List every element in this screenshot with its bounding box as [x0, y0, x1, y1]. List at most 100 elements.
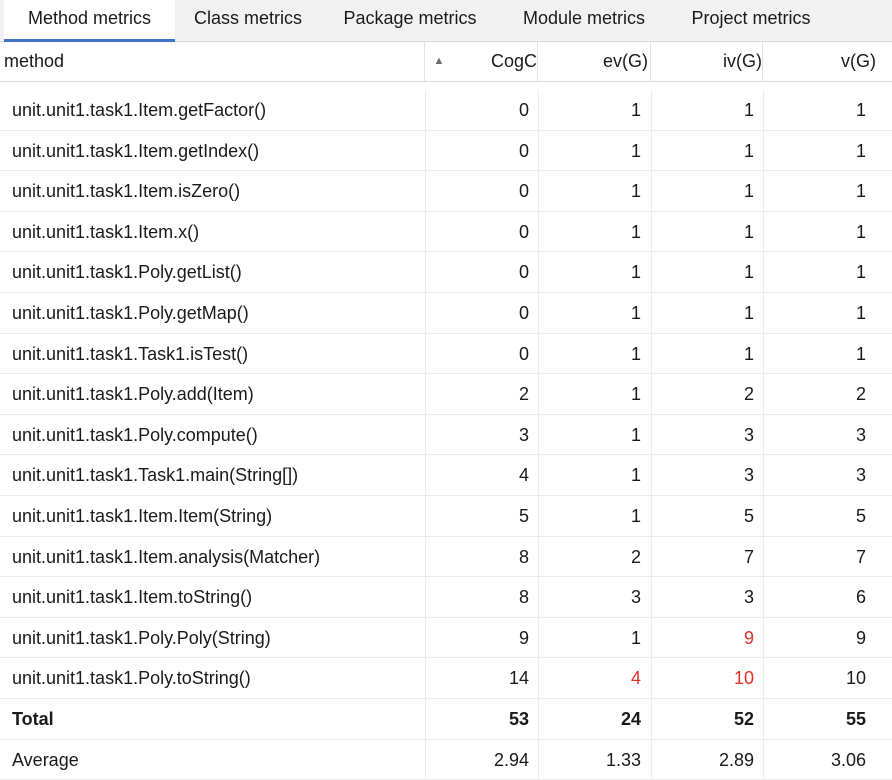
cell-iv: 3: [651, 577, 754, 617]
cell-method: unit.unit1.task1.Item.getFactor(): [12, 90, 425, 130]
column-header-ev[interactable]: ev(G): [538, 42, 651, 81]
cell-v: 1: [763, 171, 866, 211]
tab-module-metrics[interactable]: Module metrics: [499, 0, 669, 42]
table-row[interactable]: unit.unit1.task1.Item.Item(String)5155: [0, 496, 892, 537]
cell-ev: 1: [538, 293, 641, 333]
cell-ev: 1: [538, 131, 641, 171]
cell-cogc: 53: [425, 699, 529, 739]
cell-cogc: 9: [425, 618, 529, 658]
table-row[interactable]: unit.unit1.task1.Task1.main(String[])413…: [0, 455, 892, 496]
column-header-v[interactable]: v(G): [763, 42, 892, 81]
cell-v: 7: [763, 537, 866, 577]
tab-class-metrics[interactable]: Class metrics: [175, 0, 321, 42]
tab-package-metrics[interactable]: Package metrics: [321, 0, 499, 42]
cell-ev: 1: [538, 334, 641, 374]
cell-ev: 1: [538, 252, 641, 292]
cell-v: 1: [763, 90, 866, 130]
cell-method: unit.unit1.task1.Item.toString(): [12, 577, 425, 617]
cell-iv: 10: [651, 658, 754, 698]
cell-v: 1: [763, 293, 866, 333]
cell-iv: 52: [651, 699, 754, 739]
cell-v: 2: [763, 374, 866, 414]
cell-v: 5: [763, 496, 866, 536]
cell-v: 55: [763, 699, 866, 739]
cell-cogc: 8: [425, 537, 529, 577]
table-row[interactable]: unit.unit1.task1.Item.analysis(Matcher)8…: [0, 537, 892, 578]
cell-cogc: 3: [425, 415, 529, 455]
table-header: method ▲ CogC ev(G) iv(G) v(G): [0, 42, 892, 82]
cell-v: 10: [763, 658, 866, 698]
cell-method: Average: [12, 740, 425, 780]
cell-v: 3: [763, 415, 866, 455]
cell-ev: 2: [538, 537, 641, 577]
table-row[interactable]: unit.unit1.task1.Task1.isTest()0111: [0, 334, 892, 375]
cell-cogc: 4: [425, 455, 529, 495]
cell-iv: 1: [651, 334, 754, 374]
cell-iv: 3: [651, 455, 754, 495]
table-row[interactable]: unit.unit1.task1.Poly.toString()1441010: [0, 658, 892, 699]
cell-method: unit.unit1.task1.Poly.getMap(): [12, 293, 425, 333]
cell-iv: 2: [651, 374, 754, 414]
cell-v: 3.06: [763, 740, 866, 780]
cell-ev: 1: [538, 415, 641, 455]
tab-project-metrics[interactable]: Project metrics: [669, 0, 833, 42]
total-row[interactable]: Total53245255: [0, 699, 892, 740]
cell-v: 1: [763, 334, 866, 374]
metrics-tab-bar: Method metrics Class metrics Package met…: [0, 0, 892, 42]
cell-ev: 1: [538, 212, 641, 252]
tab-method-metrics[interactable]: Method metrics: [4, 0, 175, 42]
cell-cogc: 14: [425, 658, 529, 698]
table-row[interactable]: unit.unit1.task1.Poly.getMap()0111: [0, 293, 892, 334]
sort-ascending-icon[interactable]: ▲: [425, 42, 453, 81]
cell-cogc: 0: [425, 90, 529, 130]
cell-method: unit.unit1.task1.Task1.isTest(): [12, 334, 425, 374]
cell-iv: 5: [651, 496, 754, 536]
cell-v: 3: [763, 455, 866, 495]
table-row[interactable]: unit.unit1.task1.Poly.getList()0111: [0, 252, 892, 293]
cell-v: 1: [763, 252, 866, 292]
cell-method: unit.unit1.task1.Task1.main(String[]): [12, 455, 425, 495]
cell-iv: 1: [651, 90, 754, 130]
average-row[interactable]: Average2.941.332.893.06: [0, 740, 892, 780]
cell-ev: 1: [538, 171, 641, 211]
cell-iv: 2.89: [651, 740, 754, 780]
cell-v: 1: [763, 131, 866, 171]
cell-method: unit.unit1.task1.Item.getIndex(): [12, 131, 425, 171]
cell-cogc: 0: [425, 171, 529, 211]
cell-iv: 3: [651, 415, 754, 455]
table-row[interactable]: unit.unit1.task1.Item.x()0111: [0, 212, 892, 253]
cell-iv: 1: [651, 171, 754, 211]
column-header-cogc[interactable]: CogC: [453, 42, 538, 81]
table-row[interactable]: unit.unit1.task1.Poly.add(Item)2122: [0, 374, 892, 415]
cell-ev: 24: [538, 699, 641, 739]
table-row[interactable]: unit.unit1.task1.Item.toString()8336: [0, 577, 892, 618]
cell-ev: 4: [538, 658, 641, 698]
cell-v: 9: [763, 618, 866, 658]
column-header-method[interactable]: method: [0, 42, 425, 81]
table-row[interactable]: unit.unit1.task1.Item.isZero()0111: [0, 171, 892, 212]
column-header-iv[interactable]: iv(G): [651, 42, 763, 81]
cell-iv: 9: [651, 618, 754, 658]
cell-method: unit.unit1.task1.Poly.compute(): [12, 415, 425, 455]
cell-method: unit.unit1.task1.Item.isZero(): [12, 171, 425, 211]
cell-cogc: 0: [425, 131, 529, 171]
cell-ev: 1: [538, 618, 641, 658]
metrics-table-body: unit.unit1.task1.Item.getFactor()0111uni…: [0, 90, 892, 780]
cell-method: Total: [12, 699, 425, 739]
cell-method: unit.unit1.task1.Poly.add(Item): [12, 374, 425, 414]
cell-ev: 1: [538, 455, 641, 495]
cell-cogc: 2: [425, 374, 529, 414]
cell-cogc: 0: [425, 334, 529, 374]
table-row[interactable]: unit.unit1.task1.Item.getFactor()0111: [0, 90, 892, 131]
cell-iv: 1: [651, 252, 754, 292]
table-row[interactable]: unit.unit1.task1.Item.getIndex()0111: [0, 131, 892, 172]
cell-iv: 1: [651, 212, 754, 252]
cell-cogc: 8: [425, 577, 529, 617]
cell-iv: 7: [651, 537, 754, 577]
cell-method: unit.unit1.task1.Poly.Poly(String): [12, 618, 425, 658]
cell-cogc: 0: [425, 212, 529, 252]
table-row[interactable]: unit.unit1.task1.Poly.Poly(String)9199: [0, 618, 892, 659]
cell-method: unit.unit1.task1.Item.Item(String): [12, 496, 425, 536]
cell-method: unit.unit1.task1.Item.x(): [12, 212, 425, 252]
table-row[interactable]: unit.unit1.task1.Poly.compute()3133: [0, 415, 892, 456]
